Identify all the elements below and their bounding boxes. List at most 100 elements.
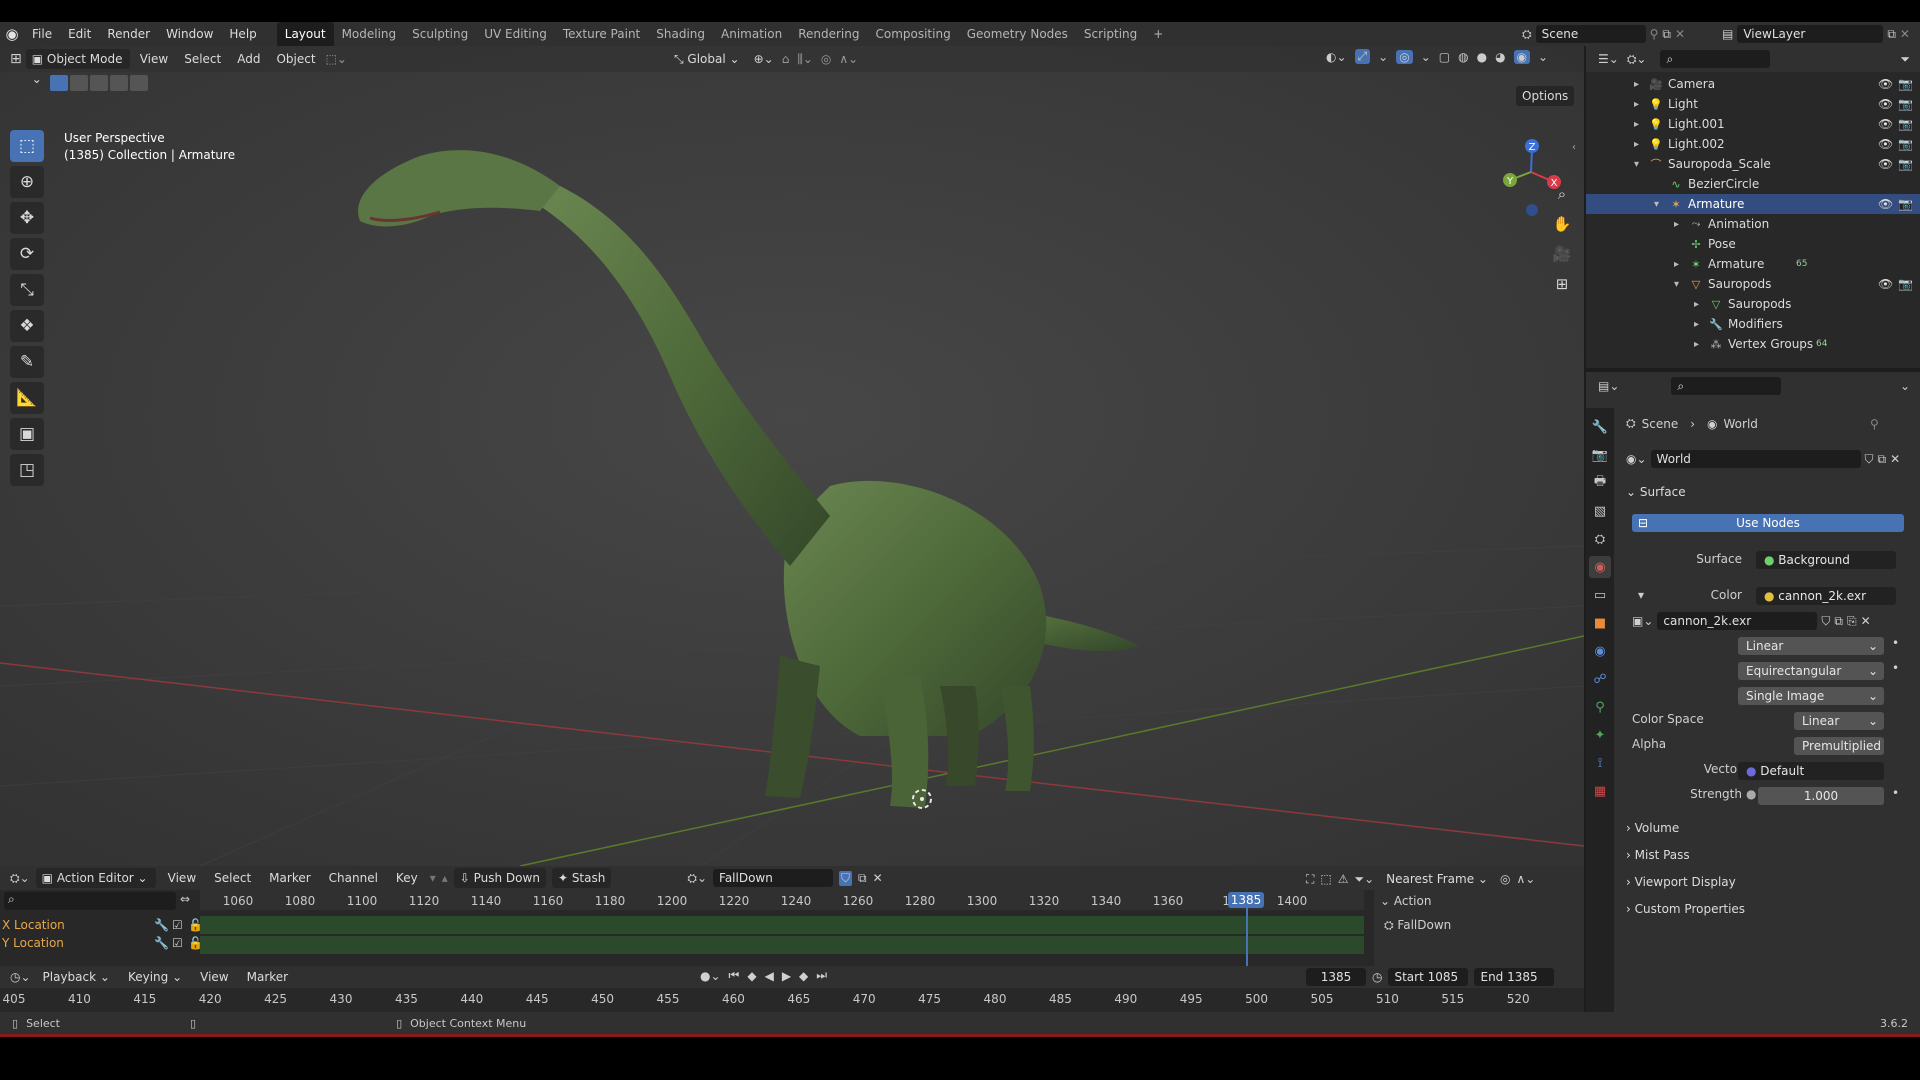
collapsed-arrow-icon[interactable]: ▸ <box>1634 99 1639 110</box>
menu-key[interactable]: Key <box>390 868 424 888</box>
outliner-item[interactable]: ▸ ✶ Armature 65 <box>1586 254 1920 274</box>
surface-shader-field[interactable]: ● Background <box>1756 551 1896 569</box>
tab-scripting[interactable]: Scripting <box>1076 22 1145 46</box>
move-icon[interactable]: ✥ <box>10 202 44 234</box>
eye-icon[interactable]: 👁 <box>1878 197 1893 211</box>
texture-tab-icon[interactable]: ▦ <box>1589 780 1611 802</box>
expanded-arrow-icon[interactable]: ▾ <box>1674 279 1679 290</box>
menu-select[interactable]: Select <box>178 49 227 69</box>
eye-icon[interactable]: 👁 <box>1878 157 1893 171</box>
select-extend-icon[interactable] <box>70 75 88 91</box>
options-dropdown[interactable]: Options <box>1516 86 1575 106</box>
color-collapse-icon[interactable]: ▾ <box>1638 588 1644 602</box>
breadcrumb-scene[interactable]: Scene <box>1642 417 1679 431</box>
action-sidebar-row[interactable]: ⛭ FallDown <box>1384 918 1451 933</box>
channel-row[interactable]: X Location 🔧 ☑ 🔓 <box>2 916 203 934</box>
perspective-grid-icon[interactable]: ⊞ <box>1548 270 1576 298</box>
menu-object[interactable]: Object <box>270 49 321 69</box>
editor-type-icon[interactable]: ◷⌄ <box>10 970 31 984</box>
next-keyframe-icon[interactable]: ◆ <box>799 969 808 983</box>
menu-edit[interactable]: Edit <box>60 22 99 46</box>
tab-uv-editing[interactable]: UV Editing <box>476 22 555 46</box>
select-intersect-icon[interactable] <box>130 75 148 91</box>
vector-input-field[interactable]: ● Default <box>1738 762 1884 780</box>
alpha-dropdown[interactable]: Premultiplied⌄ <box>1794 737 1884 771</box>
push-down-button[interactable]: ⇩ Push Down <box>453 868 546 888</box>
expanded-arrow-icon[interactable]: ▾ <box>1634 159 1639 170</box>
volume-panel-header[interactable]: › Volume <box>1626 818 1679 838</box>
dopesheet-mode-dropdown[interactable]: ▣ Action Editor ⌄ <box>35 868 156 888</box>
wrench-icon[interactable]: 🔧 <box>154 936 169 950</box>
render-camera-icon[interactable]: 📷 <box>1898 77 1913 91</box>
outliner-item[interactable]: ▾ ▽ Sauropods 👁 📷 <box>1586 274 1920 294</box>
editor-type-icon[interactable]: ⛭⌄ <box>10 871 30 886</box>
eye-icon[interactable]: 👁 <box>1878 77 1893 91</box>
jump-start-icon[interactable]: ⏮ <box>729 968 740 983</box>
errors-icon[interactable]: ⚠ <box>1338 872 1349 886</box>
menu-view[interactable]: View <box>134 49 174 69</box>
tab-texture-paint[interactable]: Texture Paint <box>555 22 648 46</box>
open-image-icon[interactable]: ⎘ <box>1847 614 1857 629</box>
layer-up-icon[interactable]: ▴ <box>442 871 448 885</box>
world-tab-icon[interactable]: ◉ <box>1589 556 1611 578</box>
outliner-item[interactable]: ▸ 💡 Light 👁 📷 <box>1586 94 1920 114</box>
menu-view[interactable]: View <box>162 868 202 888</box>
pin-icon[interactable]: ⚲ <box>1650 27 1659 41</box>
viewport-display-panel-header[interactable]: › Viewport Display <box>1626 872 1736 892</box>
color-input-field[interactable]: ● cannon_2k.exr <box>1756 587 1896 605</box>
transform-orientation-dropdown[interactable]: ⤡ Global ⌄ <box>668 49 746 69</box>
new-view-layer-icon[interactable]: ⧉ <box>1887 27 1896 42</box>
tab-geometry-nodes[interactable]: Geometry Nodes <box>959 22 1076 46</box>
outliner-item[interactable]: ▸ 🎥 Camera 👁 📷 <box>1586 74 1920 94</box>
fake-user-icon[interactable]: ⛉ <box>1865 452 1874 467</box>
menu-select[interactable]: Select <box>208 868 257 888</box>
render-camera-icon[interactable]: 📷 <box>1898 277 1913 291</box>
select-invert-icon[interactable] <box>110 75 128 91</box>
render-camera-icon[interactable]: 📷 <box>1898 137 1913 151</box>
keyframe-track[interactable] <box>200 916 1364 934</box>
dopesheet-ruler[interactable]: 1060 1080 1100 1120 1140 1160 1180 1200 1220 1240… <box>200 890 1364 910</box>
outliner-search-input[interactable]: ⌕ <box>1660 50 1771 68</box>
show-hidden-icon[interactable]: ⬚ <box>1320 872 1331 886</box>
timeline-ruler[interactable]: 405 410 415 420 425 430 435 440 445 450 455 460 465 4… <box>0 988 1584 1010</box>
pivot-icon[interactable]: ⊕⌄ <box>754 52 774 66</box>
channel-search-input[interactable]: ⌕ <box>4 892 176 910</box>
scale-icon[interactable]: ⤡ <box>10 274 44 306</box>
collapsed-arrow-icon[interactable]: ▸ <box>1674 219 1679 230</box>
snap-target-icon[interactable]: ⫼⌄ <box>797 52 813 67</box>
filter-icon[interactable]: ⏷ <box>1900 52 1910 67</box>
duplicate-icon[interactable]: ⧉ <box>858 871 867 886</box>
tab-shading[interactable]: Shading <box>648 22 713 46</box>
outliner-item[interactable]: ▸ 💡 Light.001 👁 📷 <box>1586 114 1920 134</box>
custom-properties-panel-header[interactable]: › Custom Properties <box>1626 899 1745 919</box>
select-new-icon[interactable] <box>50 75 68 91</box>
material-shading-icon[interactable]: ◕ <box>1495 50 1505 64</box>
duplicate-icon[interactable]: ⧉ <box>1878 452 1887 467</box>
collapse-sidebar-icon[interactable]: ‹ <box>1572 142 1576 153</box>
tab-sculpting[interactable]: Sculpting <box>404 22 476 46</box>
tab-layout[interactable]: Layout <box>276 22 334 46</box>
particles-tab-icon[interactable]: ☍ <box>1589 668 1611 690</box>
close-icon[interactable]: ✕ <box>1890 452 1900 466</box>
keyframe-track[interactable] <box>200 936 1364 954</box>
outliner-item[interactable]: ▸ ▽ Sauropods <box>1586 294 1920 314</box>
collapsed-arrow-icon[interactable]: ▸ <box>1634 119 1639 130</box>
scale-cage-icon[interactable]: ◳ <box>10 454 44 486</box>
outliner-item[interactable]: ▸ ⁂ Vertex Groups 64 <box>1586 334 1920 354</box>
modifier-tab-icon[interactable]: ◉ <box>1589 640 1611 662</box>
annotate-icon[interactable]: ✎ <box>10 346 44 378</box>
scene-tab-icon[interactable]: ⛭ <box>1589 528 1611 550</box>
strength-field[interactable]: 1.000 <box>1758 787 1884 805</box>
action-panel-header[interactable]: ⌄ Action <box>1380 894 1431 908</box>
collapsed-arrow-icon[interactable]: ▸ <box>1694 299 1699 310</box>
select-subtract-icon[interactable] <box>90 75 108 91</box>
outliner-item[interactable]: ▸ ⤳ Animation <box>1586 214 1920 234</box>
rendered-shading-icon[interactable]: ◉ <box>1513 49 1531 64</box>
end-frame-field[interactable]: End 1385 <box>1474 968 1555 986</box>
source-dropdown[interactable]: Single Image ⌄ <box>1738 687 1884 705</box>
chevron-down-icon[interactable]: ⌄ <box>1378 50 1388 64</box>
select-box-icon[interactable]: ⬚ <box>10 130 44 162</box>
snap-icon[interactable]: ⌂ <box>782 52 790 66</box>
close-icon[interactable]: ✕ <box>1675 27 1685 41</box>
gizmo-toggle-icon[interactable]: ⤢ <box>1354 49 1371 64</box>
